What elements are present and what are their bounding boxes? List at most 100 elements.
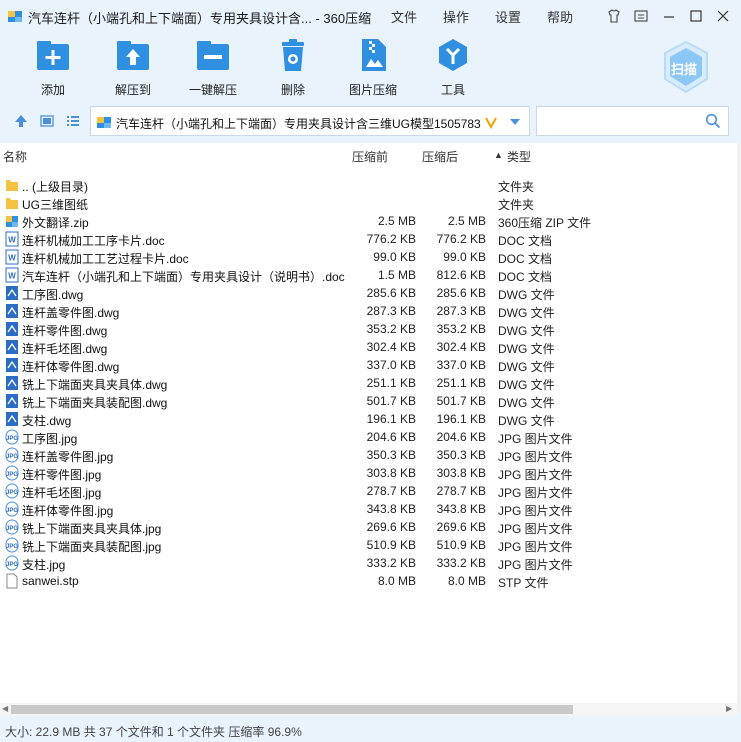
size-before: 204.6 KB <box>366 430 416 444</box>
file-row[interactable]: JPG 支柱.jpg 333.2 KB 333.2 KB JPG 图片文件 <box>0 554 737 572</box>
up-arrow-icon[interactable] <box>13 113 29 129</box>
chevron-down-icon[interactable] <box>509 118 521 126</box>
file-row[interactable]: 工序图.dwg 285.6 KB 285.6 KB DWG 文件 <box>0 284 737 302</box>
file-type: DOC 文档 <box>498 234 553 248</box>
address-bar[interactable]: 汽车连杆（小端孔和上下端面）专用夹具设计含三维UG模型1505783 <box>90 106 530 136</box>
scroll-right-icon[interactable]: ▶ <box>726 704 732 713</box>
file-row[interactable]: 连杆零件图.dwg 353.2 KB 353.2 KB DWG 文件 <box>0 320 737 338</box>
feedback-icon[interactable] <box>631 6 651 26</box>
file-row[interactable]: 外文翻译.zip 2.5 MB 2.5 MB 360压缩 ZIP 文件 <box>0 212 737 230</box>
tools-button[interactable]: 工具 <box>423 38 483 98</box>
file-row[interactable]: JPG 铣上下端面夹具夹具体.jpg 269.6 KB 269.6 KB JPG 图片文… <box>0 518 737 536</box>
size-before: 501.7 KB <box>366 394 416 408</box>
scroll-thumb[interactable] <box>11 705 573 714</box>
file-type: DWG 文件 <box>498 360 555 374</box>
file-type: JPG 图片文件 <box>498 468 573 482</box>
file-type: DWG 文件 <box>498 324 555 338</box>
add-button[interactable]: 添加 <box>23 38 83 98</box>
size-after: 196.1 KB <box>436 412 486 426</box>
file-row[interactable]: 连杆毛坯图.dwg 302.4 KB 302.4 KB DWG 文件 <box>0 338 737 356</box>
jpg-file-icon: JPG <box>5 501 19 517</box>
size-after: 812.6 KB <box>436 268 486 282</box>
column-after[interactable]: 压缩后 <box>422 148 458 165</box>
dwg-file-icon <box>5 393 19 409</box>
column-type[interactable]: 类型 <box>507 148 531 165</box>
file-name: 铣上下端面夹具夹具体.dwg <box>22 378 168 392</box>
menu-help[interactable]: 帮助 <box>547 7 573 26</box>
jpg-file-icon: JPG <box>5 555 19 571</box>
file-row[interactable]: 支柱.dwg 196.1 KB 196.1 KB DWG 文件 <box>0 410 737 428</box>
jpg-file-icon: JPG <box>5 519 19 535</box>
image-compress-label: 图片压缩 <box>348 83 397 97</box>
file-type: 文件夹 <box>498 180 535 194</box>
thumbnail-view-icon[interactable] <box>39 113 55 129</box>
file-type: JPG 图片文件 <box>498 486 573 500</box>
scroll-left-icon[interactable]: ◀ <box>2 704 8 713</box>
horizontal-scrollbar[interactable]: ◀ ▶ <box>0 703 737 716</box>
delete-button[interactable]: 删除 <box>263 38 323 98</box>
file-row[interactable]: JPG 连杆体零件图.jpg 343.8 KB 343.8 KB JPG 图片文件 <box>0 500 737 518</box>
add-icon <box>37 41 69 70</box>
svg-text:JPG: JPG <box>6 526 18 532</box>
file-row[interactable]: UG三维图纸 文件夹 <box>0 194 737 212</box>
image-compress-icon <box>362 39 386 71</box>
size-before: 278.7 KB <box>366 484 416 498</box>
file-row[interactable]: JPG 连杆盖零件图.jpg 350.3 KB 350.3 KB JPG 图片文件 <box>0 446 737 464</box>
scan-button[interactable]: 扫描 <box>661 40 711 94</box>
dwg-file-icon <box>5 357 19 373</box>
one-click-extract-button[interactable]: 一键解压 <box>183 38 243 98</box>
svg-text:JPG: JPG <box>6 472 18 478</box>
scan-label: 扫描 <box>671 62 698 77</box>
file-row[interactable]: 连杆盖零件图.dwg 287.3 KB 287.3 KB DWG 文件 <box>0 302 737 320</box>
toolbar: 添加 解压到 一键解压 删除 图片压缩 工具 扫描 <box>0 32 741 100</box>
vertical-scrollbar[interactable] <box>737 143 741 713</box>
size-before: 776.2 KB <box>366 232 416 246</box>
file-row[interactable]: W 汽车连杆（小端孔和上下端面）专用夹具设计（说明书）.doc 1.5 MB 812.… <box>0 266 737 284</box>
size-before: 269.6 KB <box>366 520 416 534</box>
dwg-file-icon <box>5 303 19 319</box>
file-row[interactable]: JPG 铣上下端面夹具装配图.jpg 510.9 KB 510.9 KB JPG 图片文… <box>0 536 737 554</box>
maximize-icon[interactable] <box>686 6 706 26</box>
file-row[interactable]: JPG 连杆毛坯图.jpg 278.7 KB 278.7 KB JPG 图片文件 <box>0 482 737 500</box>
svg-text:JPG: JPG <box>6 490 18 496</box>
file-name: 铣上下端面夹具夹具体.jpg <box>22 522 162 536</box>
file-row[interactable]: 铣上下端面夹具夹具体.dwg 251.1 KB 251.1 KB DWG 文件 <box>0 374 737 392</box>
file-name: 连杆盖零件图.jpg <box>22 450 114 464</box>
size-after: 343.8 KB <box>436 502 486 516</box>
file-row[interactable]: W 连杆机械加工工艺过程卡片.doc 99.0 KB 99.0 KB DOC 文档 <box>0 248 737 266</box>
menu-operation[interactable]: 操作 <box>443 7 469 26</box>
file-row[interactable]: 铣上下端面夹具装配图.dwg 501.7 KB 501.7 KB DWG 文件 <box>0 392 737 410</box>
extract-to-button[interactable]: 解压到 <box>103 38 163 98</box>
svg-text:JPG: JPG <box>6 562 18 568</box>
delete-label: 删除 <box>280 83 305 97</box>
size-after: 337.0 KB <box>436 358 486 372</box>
file-row[interactable]: JPG 连杆零件图.jpg 303.8 KB 303.8 KB JPG 图片文件 <box>0 464 737 482</box>
zip-file-icon <box>5 213 19 229</box>
sort-asc-icon: ▲ <box>494 150 503 160</box>
image-compress-button[interactable]: 图片压缩 <box>343 38 403 98</box>
column-name[interactable]: 名称 <box>3 148 27 165</box>
jpg-file-icon: JPG <box>5 447 19 463</box>
size-after: 278.7 KB <box>436 484 486 498</box>
search-icon[interactable] <box>705 113 721 129</box>
close-icon[interactable] <box>713 6 733 26</box>
list-view-icon[interactable] <box>65 113 81 129</box>
size-before: 302.4 KB <box>366 340 416 354</box>
minimize-icon[interactable] <box>659 6 679 26</box>
column-before[interactable]: 压缩前 <box>352 148 388 165</box>
menu-settings[interactable]: 设置 <box>495 7 521 26</box>
file-row[interactable]: W 连杆机械加工工序卡片.doc 776.2 KB 776.2 KB DOC 文档 <box>0 230 737 248</box>
file-row[interactable]: 连杆体零件图.dwg 337.0 KB 337.0 KB DWG 文件 <box>0 356 737 374</box>
file-type: JPG 图片文件 <box>498 522 573 536</box>
skin-icon[interactable] <box>604 6 624 26</box>
size-after: 776.2 KB <box>436 232 486 246</box>
search-input[interactable] <box>536 106 729 136</box>
favorite-check-icon[interactable] <box>484 115 498 129</box>
size-after: 510.9 KB <box>436 538 486 552</box>
file-name: 连杆盖零件图.dwg <box>22 306 120 320</box>
file-row[interactable]: JPG 工序图.jpg 204.6 KB 204.6 KB JPG 图片文件 <box>0 428 737 446</box>
menu-file[interactable]: 文件 <box>391 7 417 26</box>
size-before: 196.1 KB <box>366 412 416 426</box>
file-row[interactable]: sanwei.stp 8.0 MB 8.0 MB STP 文件 <box>0 572 737 590</box>
file-row[interactable]: .. (上级目录) 文件夹 <box>0 176 737 194</box>
